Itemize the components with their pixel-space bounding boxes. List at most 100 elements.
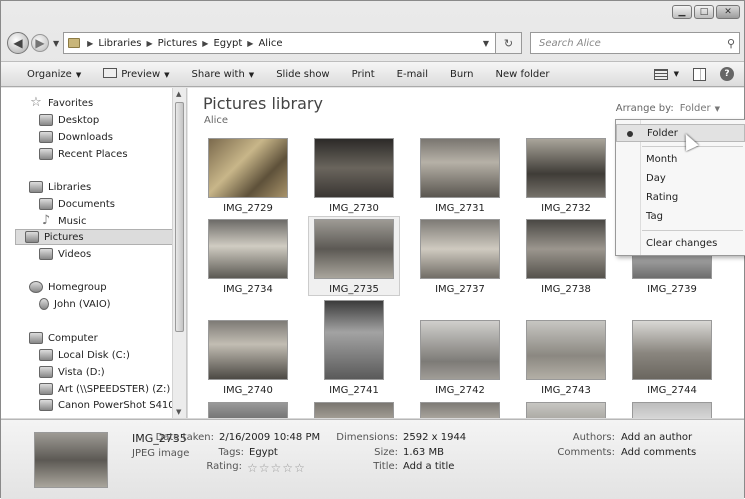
nav-scrollbar[interactable]: ▲ ▼ <box>172 88 186 418</box>
nav-canon[interactable]: Canon PowerShot S410 <box>39 397 175 413</box>
forward-button[interactable]: ▶ <box>31 34 49 52</box>
search-icon[interactable]: ⚲ <box>727 37 735 50</box>
thumbnail[interactable]: IMG_2732 <box>520 138 612 214</box>
authors-value[interactable]: Add an author <box>621 432 692 443</box>
thumbnail[interactable]: IMG_2738 <box>520 219 612 295</box>
scroll-up-icon[interactable]: ▲ <box>176 90 181 98</box>
thumbnail-partial[interactable] <box>414 402 506 418</box>
thumbnail-partial[interactable] <box>202 402 294 418</box>
menu-item-label: Folder <box>647 128 678 139</box>
thumbnail[interactable]: IMG_2741 <box>308 300 400 396</box>
thumbnail-partial[interactable] <box>626 402 718 418</box>
nav-videos[interactable]: Videos <box>39 246 91 262</box>
chevron-right-icon[interactable]: ▶ <box>202 39 208 48</box>
nav-downloads[interactable]: Downloads <box>39 129 113 145</box>
nav-pictures[interactable]: Pictures <box>15 229 173 245</box>
nav-computer[interactable]: Computer <box>29 330 98 346</box>
nav-documents[interactable]: Documents <box>39 196 115 212</box>
chevron-right-icon[interactable]: ▶ <box>147 39 153 48</box>
breadcrumb-libraries[interactable]: Libraries <box>98 38 141 49</box>
maximize-button[interactable]: □ <box>694 5 714 19</box>
thumbnail-selected[interactable]: IMG_2735 <box>308 216 400 296</box>
thumbnail[interactable]: IMG_2742 <box>414 320 506 396</box>
nav-vista[interactable]: Vista (D:) <box>39 364 105 380</box>
thumbnail[interactable]: IMG_2740 <box>202 320 294 396</box>
photo-thumbnail <box>208 320 288 380</box>
email-button[interactable]: E-mail <box>397 69 428 80</box>
menu-item-day[interactable]: Day <box>616 170 745 188</box>
nav-label: John (VAIO) <box>54 298 111 310</box>
preview-button[interactable]: Preview ▼ <box>103 68 170 80</box>
close-button[interactable]: ✕ <box>716 5 740 19</box>
comments-value[interactable]: Add comments <box>621 447 696 458</box>
refresh-button[interactable]: ↻ <box>496 32 522 54</box>
star-icon[interactable]: ☆ <box>282 461 294 475</box>
thumbnail-partial[interactable] <box>520 402 612 418</box>
menu-item-month[interactable]: Month <box>616 151 745 169</box>
chevron-down-icon: ▼ <box>673 70 679 78</box>
recent-pages-dropdown[interactable]: ▼ <box>53 39 59 48</box>
photo-thumbnail <box>526 402 606 418</box>
burn-button[interactable]: Burn <box>450 69 473 80</box>
back-button[interactable]: ◀ <box>7 32 29 54</box>
star-icon[interactable]: ☆ <box>271 461 283 475</box>
title-value[interactable]: Add a title <box>403 461 454 472</box>
library-subtitle[interactable]: Alice <box>204 115 228 126</box>
nav-music[interactable]: ♪ Music <box>39 213 87 229</box>
nav-recent-places[interactable]: Recent Places <box>39 146 128 162</box>
thumbnail[interactable]: IMG_2737 <box>414 219 506 295</box>
thumbnail[interactable]: IMG_2730 <box>308 138 400 214</box>
star-icon[interactable]: ☆ <box>247 461 259 475</box>
menu-item-clear-changes[interactable]: Clear changes <box>616 235 745 253</box>
help-icon[interactable]: ? <box>720 67 734 81</box>
nav-art[interactable]: Art (\\SPEEDSTER) (Z:) <box>39 381 170 397</box>
share-with-button[interactable]: Share with ▼ <box>192 69 255 80</box>
rating-stars[interactable]: ☆☆☆☆☆ <box>247 461 306 475</box>
nav-libraries[interactable]: Libraries <box>29 179 91 195</box>
nav-desktop[interactable]: Desktop <box>39 112 99 128</box>
share-with-label: Share with <box>191 68 245 80</box>
thumbnail-partial[interactable] <box>308 402 400 418</box>
nav-john-vaio[interactable]: John (VAIO) <box>39 296 111 312</box>
scrollbar-thumb[interactable] <box>175 102 184 332</box>
organize-button[interactable]: Organize ▼ <box>27 69 81 80</box>
preview-pane-icon[interactable] <box>693 67 706 81</box>
chevron-right-icon[interactable]: ▶ <box>247 39 253 48</box>
address-bar[interactable]: ▶ Libraries ▶ Pictures ▶ Egypt ▶ Alice ▼ <box>63 32 496 54</box>
new-folder-button[interactable]: New folder <box>495 69 549 80</box>
menu-item-rating[interactable]: Rating <box>616 189 745 207</box>
breadcrumb-egypt[interactable]: Egypt <box>213 38 242 49</box>
minimize-button[interactable]: ▁ <box>672 5 692 19</box>
thumbnail[interactable]: IMG_2744 <box>626 320 718 396</box>
star-icon[interactable]: ☆ <box>259 461 271 475</box>
thumbnail[interactable]: IMG_2729 <box>202 138 294 214</box>
nav-label: Videos <box>58 248 92 260</box>
arrange-value[interactable]: Folder ▼ <box>680 103 720 114</box>
slide-show-button[interactable]: Slide show <box>276 69 329 80</box>
chevron-down-icon: ▼ <box>164 71 170 79</box>
search-input[interactable]: Search Alice ⚲ <box>530 32 740 54</box>
thumbnail-label: IMG_2729 <box>223 203 273 214</box>
breadcrumb-pictures[interactable]: Pictures <box>158 38 198 49</box>
scroll-down-icon[interactable]: ▼ <box>176 408 181 416</box>
change-view-button[interactable]: ▼ <box>653 68 679 80</box>
photo-thumbnail <box>420 219 500 279</box>
library-title: Pictures library <box>203 94 323 113</box>
camera-icon <box>39 399 53 411</box>
nav-local-disk[interactable]: Local Disk (C:) <box>39 347 130 363</box>
thumbnail[interactable]: IMG_2743 <box>520 320 612 396</box>
print-button[interactable]: Print <box>352 69 375 80</box>
thumbnail[interactable]: IMG_2734 <box>202 219 294 295</box>
thumbnail[interactable]: IMG_2731 <box>414 138 506 214</box>
photo-thumbnail <box>526 320 606 380</box>
nav-favorites[interactable]: ☆ Favorites <box>29 95 93 111</box>
menu-item-tag[interactable]: Tag <box>616 208 745 226</box>
address-dropdown-icon[interactable]: ▼ <box>477 39 495 48</box>
nav-homegroup[interactable]: Homegroup <box>29 279 107 295</box>
tags-value[interactable]: Egypt <box>249 447 278 458</box>
breadcrumb-alice[interactable]: Alice <box>258 38 282 49</box>
arrange-value-text: Folder <box>679 103 711 114</box>
arrange-by[interactable]: Arrange by: Folder ▼ <box>616 103 720 114</box>
chevron-right-icon[interactable]: ▶ <box>87 39 93 48</box>
star-icon[interactable]: ☆ <box>294 461 306 475</box>
